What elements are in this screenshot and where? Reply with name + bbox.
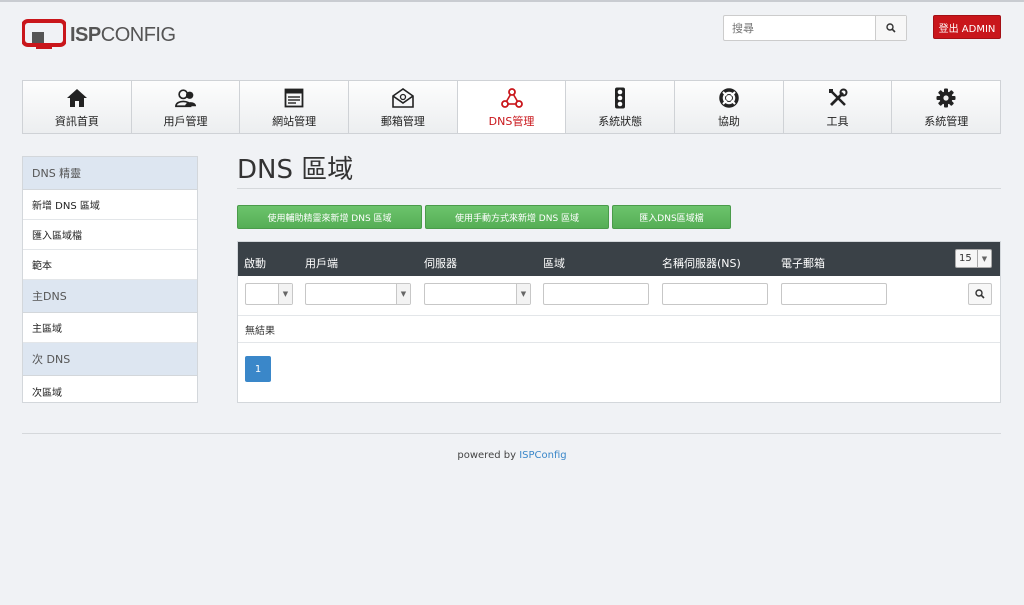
nav-monitor[interactable]: 系統狀態 — [566, 81, 676, 133]
column-header-active[interactable]: 啟動 — [244, 255, 266, 271]
add-zone-manual-button[interactable]: 使用手動方式來新增 DNS 區域 — [425, 205, 609, 229]
add-zone-wizard-button[interactable]: 使用輔助精靈來新增 DNS 區域 — [237, 205, 422, 229]
nav-sites[interactable]: 網站管理 — [240, 81, 350, 133]
nav-system[interactable]: 系統管理 — [892, 81, 1000, 133]
nav-users[interactable]: 用戶管理 — [132, 81, 241, 133]
sidebar-heading-dns-wizard: DNS 精靈 — [23, 157, 197, 190]
sidebar: DNS 精靈 新增 DNS 區域 匯入區域檔 範本 主DNS 主區域 次 DNS… — [22, 156, 198, 403]
page-size-value: 15 — [959, 253, 972, 264]
page-size-select[interactable]: 15 ▼ — [955, 249, 992, 268]
logout-button[interactable]: 登出 ADMIN — [933, 15, 1001, 39]
search-icon — [975, 289, 985, 299]
search-box — [723, 15, 907, 41]
filter-active-select[interactable]: ▼ — [245, 283, 293, 305]
filter-search-button[interactable] — [968, 283, 992, 305]
nav-label: 系統狀態 — [598, 115, 643, 128]
nav-label: 郵箱管理 — [380, 115, 425, 128]
column-header-server[interactable]: 伺服器 — [424, 255, 457, 271]
sidebar-heading-primary-dns: 主DNS — [23, 280, 197, 313]
chevron-down-icon: ▼ — [516, 284, 530, 304]
nav-help[interactable]: 協助 — [675, 81, 784, 133]
nav-label: 系統管理 — [924, 115, 969, 128]
main-nav: 資訊首頁 用戶管理 網站管理 郵箱管理 DNS管理 系統狀態 協助 工具 系統管… — [22, 80, 1001, 134]
filter-server-select[interactable]: ▼ — [424, 283, 531, 305]
search-input[interactable] — [724, 16, 875, 40]
sidebar-item-add-dns-zone[interactable]: 新增 DNS 區域 — [23, 190, 197, 220]
dns-network-icon — [500, 87, 523, 109]
logo-wordmark: ISPCONFIG — [70, 23, 176, 46]
nav-label: DNS管理 — [488, 115, 535, 128]
sidebar-item-import-zone-file[interactable]: 匯入區域檔 — [23, 220, 197, 250]
nav-label: 協助 — [717, 115, 740, 128]
footer-prefix: powered by — [457, 450, 517, 461]
users-icon — [174, 87, 197, 109]
sidebar-heading-secondary-dns: 次 DNS — [23, 343, 197, 376]
filter-nameserver-input[interactable] — [662, 283, 768, 305]
nav-label: 資訊首頁 — [54, 115, 99, 128]
nav-label: 網站管理 — [272, 115, 317, 128]
search-button[interactable] — [875, 16, 906, 40]
footer-divider — [22, 433, 1001, 434]
filter-row: ▼ ▼ ▼ — [238, 276, 1000, 316]
title-divider — [237, 188, 1001, 189]
sidebar-item-primary-zones[interactable]: 主區域 — [23, 313, 197, 343]
chevron-down-icon: ▼ — [278, 284, 292, 304]
no-results-message: 無結果 — [238, 316, 1000, 343]
sidebar-item-templates[interactable]: 範本 — [23, 250, 197, 280]
filter-client-select[interactable]: ▼ — [305, 283, 411, 305]
filter-zone-input[interactable] — [543, 283, 649, 305]
filter-email-input[interactable] — [781, 283, 887, 305]
tools-icon — [827, 87, 849, 109]
nav-label: 用戶管理 — [163, 115, 208, 128]
lifebuoy-icon — [718, 87, 740, 109]
chevron-down-icon: ▼ — [396, 284, 410, 304]
column-header-nameserver[interactable]: 名稱伺服器(NS) — [662, 255, 741, 271]
table-header: 啟動 用戶端 伺服器 區域 名稱伺服器(NS) 電子郵箱 15 ▼ — [238, 242, 1000, 276]
column-header-zone[interactable]: 區域 — [543, 255, 565, 271]
column-header-client[interactable]: 用戶端 — [305, 255, 338, 271]
page-title: DNS 區域 — [237, 155, 354, 185]
dns-zones-table: 啟動 用戶端 伺服器 區域 名稱伺服器(NS) 電子郵箱 15 ▼ ▼ ▼ ▼ … — [237, 241, 1001, 403]
search-icon — [886, 23, 896, 33]
sidebar-item-secondary-zones[interactable]: 次區域 — [23, 376, 197, 406]
footer: powered by ISPConfig — [0, 450, 1024, 461]
webpage-icon — [283, 87, 305, 109]
home-icon — [66, 87, 88, 109]
nav-mail[interactable]: 郵箱管理 — [349, 81, 458, 133]
nav-tools[interactable]: 工具 — [784, 81, 893, 133]
column-header-email[interactable]: 電子郵箱 — [781, 255, 825, 271]
traffic-light-icon — [609, 87, 631, 109]
footer-ispconfig-link[interactable]: ISPConfig — [519, 450, 566, 461]
logo-monitor-icon — [21, 19, 67, 51]
gear-icon — [935, 87, 957, 109]
mail-icon — [392, 87, 414, 109]
nav-dns[interactable]: DNS管理 — [457, 81, 567, 133]
pagination-page-1[interactable]: 1 — [245, 356, 271, 382]
import-zone-file-button[interactable]: 匯入DNS區域檔 — [612, 205, 731, 229]
nav-label: 工具 — [826, 115, 849, 128]
chevron-down-icon: ▼ — [977, 250, 991, 267]
nav-home[interactable]: 資訊首頁 — [23, 81, 132, 133]
ispconfig-logo[interactable]: ISPCONFIG — [21, 18, 182, 52]
